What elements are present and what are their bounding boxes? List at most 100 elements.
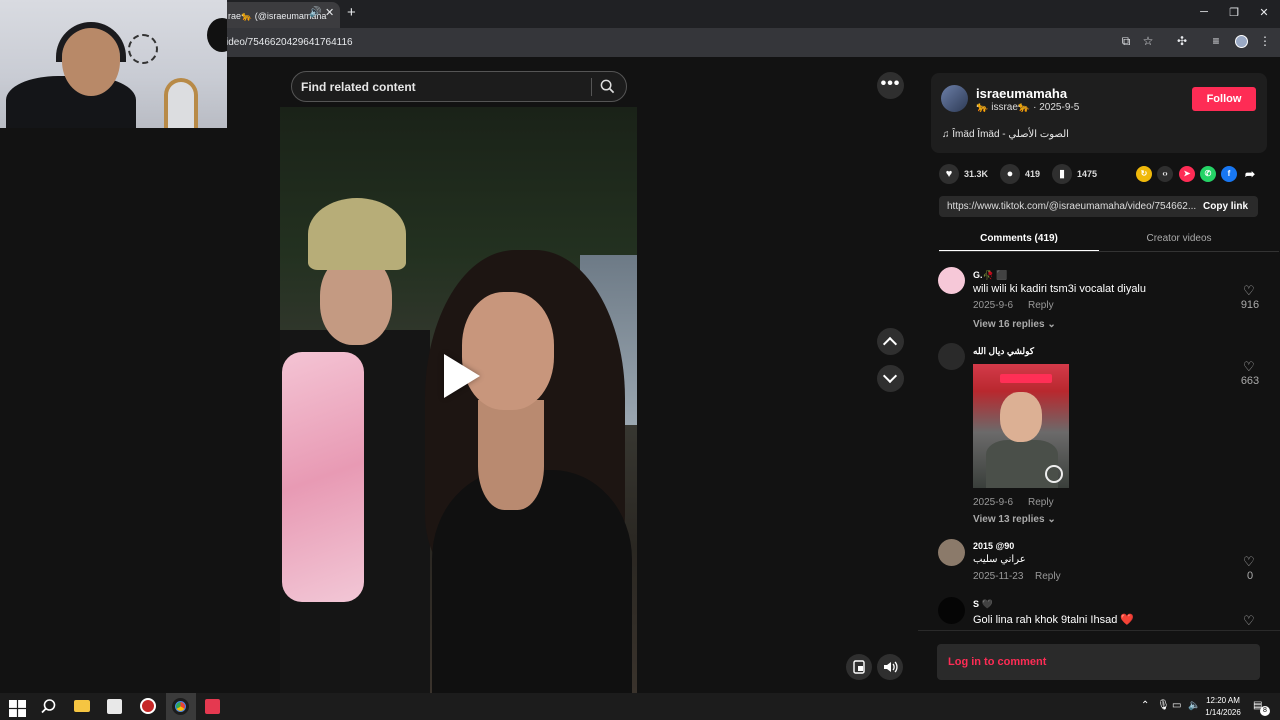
reply-button[interactable]: Reply bbox=[1028, 497, 1054, 508]
previous-video-button[interactable] bbox=[877, 328, 904, 355]
commenter-name[interactable]: كولشي ديال الله bbox=[973, 346, 1034, 357]
commenter-name[interactable]: 2015 @90 bbox=[973, 541, 1014, 551]
browser-tab[interactable]: rae🐆 (@israeumamaha bbox=[218, 2, 340, 28]
comment-image-content bbox=[1000, 374, 1052, 383]
author-avatar[interactable] bbox=[941, 85, 968, 112]
volume-icon[interactable]: 🔈 bbox=[1188, 700, 1200, 711]
reply-button[interactable]: Reply bbox=[1035, 571, 1061, 582]
commenter-avatar[interactable] bbox=[938, 343, 965, 370]
search-placeholder: Find related content bbox=[301, 80, 416, 94]
new-tab-button[interactable]: + bbox=[347, 4, 356, 21]
comment-text: wili wili ki kadiri tsm3i vocalat diyalu bbox=[973, 283, 1146, 295]
network-icon[interactable]: ▭ bbox=[1172, 700, 1181, 711]
chevron-down-icon: ⌄ bbox=[1047, 514, 1056, 525]
bookmark-icon: ▮ bbox=[1058, 168, 1066, 180]
author-subtitle: 🐆 issrae🐆 · 2025-9-5 bbox=[976, 102, 1080, 113]
whatsapp-icon[interactable]: ✆ bbox=[1200, 166, 1216, 182]
file-explorer-icon[interactable] bbox=[74, 700, 90, 712]
comment-date: 2025-11-23 bbox=[973, 571, 1024, 582]
comment-button[interactable]: ● bbox=[1000, 164, 1020, 184]
app-icon[interactable] bbox=[205, 699, 220, 714]
commenter-avatar[interactable] bbox=[938, 267, 965, 294]
more-options-button[interactable]: ••• bbox=[877, 72, 904, 99]
browser-menu-icon[interactable]: ⋮ bbox=[1257, 34, 1273, 48]
notification-count: 8 bbox=[1260, 706, 1270, 716]
restore-icon[interactable]: ❐ bbox=[1224, 6, 1244, 19]
install-app-icon[interactable]: ⧉ bbox=[1118, 34, 1134, 49]
embed-icon[interactable]: ‹› bbox=[1157, 166, 1173, 182]
commenter-name[interactable]: G.🥀 ⬛ bbox=[973, 270, 1007, 281]
close-tab-icon[interactable]: ✕ bbox=[325, 6, 334, 19]
share-arrow-icon[interactable]: ➦ bbox=[1242, 166, 1258, 182]
heart-icon[interactable]: ♡ bbox=[1243, 359, 1255, 375]
view-replies-button[interactable]: View 13 replies ⌄ bbox=[973, 514, 1056, 525]
reply-button[interactable]: Reply bbox=[1028, 300, 1054, 311]
video-bouquet bbox=[282, 352, 364, 602]
music-info[interactable]: ♫ Îmäd Îmäd - الصوت الأصلي bbox=[942, 129, 1069, 140]
clock-date[interactable]: 1/14/2026 bbox=[1203, 708, 1243, 717]
author-card bbox=[931, 73, 1267, 153]
extensions-icon[interactable]: ✣ bbox=[1174, 34, 1190, 48]
loading-icon bbox=[1045, 465, 1063, 483]
speaker-icon[interactable]: 🔊 bbox=[309, 7, 321, 18]
bookmark-star-icon[interactable]: ☆ bbox=[1140, 34, 1156, 48]
chevron-down-icon: ⌄ bbox=[1047, 319, 1056, 330]
pip-button[interactable] bbox=[846, 654, 872, 680]
repost-icon[interactable]: ↻ bbox=[1136, 166, 1152, 182]
comment-like-count: 663 bbox=[1240, 375, 1260, 387]
app-icon[interactable] bbox=[140, 698, 156, 714]
tab-creator-videos[interactable]: Creator videos bbox=[1099, 225, 1259, 252]
tabs-divider bbox=[939, 251, 1279, 252]
video-person bbox=[432, 470, 632, 693]
video-person bbox=[478, 400, 544, 510]
heart-icon[interactable]: ♡ bbox=[1243, 283, 1255, 299]
chevron-down-icon bbox=[882, 368, 898, 384]
window-close-icon[interactable]: ✕ bbox=[1254, 6, 1274, 19]
profile-avatar[interactable] bbox=[1235, 35, 1248, 48]
headset-icon bbox=[56, 22, 126, 62]
clock-time[interactable]: 12:20 AM bbox=[1203, 696, 1243, 705]
view-replies-button[interactable]: View 16 replies ⌄ bbox=[973, 319, 1056, 330]
next-video-button[interactable] bbox=[877, 365, 904, 392]
store-icon[interactable] bbox=[107, 699, 122, 714]
microphone-icon[interactable]: 🎙 bbox=[1157, 700, 1170, 711]
author-nickname: 🐆 issrae🐆 bbox=[976, 102, 1031, 113]
minimize-icon[interactable]: ─ bbox=[1194, 6, 1214, 18]
webcam-overlay bbox=[0, 0, 227, 128]
copy-link-button[interactable]: Copy link bbox=[1203, 201, 1248, 212]
save-button[interactable]: ▮ bbox=[1052, 164, 1072, 184]
video-person bbox=[308, 198, 406, 270]
search-divider bbox=[591, 78, 592, 96]
media-controls-icon[interactable]: ≡ bbox=[1208, 34, 1224, 48]
pip-icon bbox=[853, 660, 865, 674]
commenter-avatar[interactable] bbox=[938, 539, 965, 566]
search-icon[interactable] bbox=[600, 79, 615, 94]
comment-text: عراني سليب bbox=[973, 554, 1026, 565]
webcam-object bbox=[207, 18, 227, 52]
url-field[interactable]: ideo/7546620429641764116 bbox=[226, 37, 353, 48]
follow-button[interactable]: Follow bbox=[1192, 87, 1256, 111]
comment-date: 2025-9-6 bbox=[973, 497, 1014, 508]
tab-comments[interactable]: Comments (419) bbox=[939, 225, 1099, 252]
chevron-up-icon[interactable]: ⌃ bbox=[1141, 700, 1149, 711]
login-to-comment-link[interactable]: Log in to comment bbox=[948, 656, 1046, 668]
search-icon[interactable] bbox=[40, 698, 57, 715]
play-icon[interactable] bbox=[444, 354, 480, 398]
commenter-avatar[interactable] bbox=[938, 597, 965, 624]
commenter-name[interactable]: S 🖤 bbox=[973, 599, 993, 610]
like-button[interactable]: ♥ bbox=[939, 164, 959, 184]
video-link[interactable]: https://www.tiktok.com/@israeumamaha/vid… bbox=[947, 201, 1196, 212]
comment-image-content bbox=[1000, 392, 1042, 442]
heart-icon[interactable]: ♡ bbox=[1243, 554, 1255, 570]
author-username[interactable]: israeumamaha bbox=[976, 86, 1067, 101]
windows-start-icon[interactable] bbox=[9, 700, 26, 717]
view-replies-label: View 16 replies bbox=[973, 319, 1045, 330]
comment-text: Goli lina rah khok 9talni Ihsad ❤️ bbox=[973, 614, 1135, 626]
music-note-icon: ♫ bbox=[942, 129, 953, 140]
chrome-icon[interactable] bbox=[172, 698, 189, 715]
send-icon[interactable]: ➤ bbox=[1179, 166, 1195, 182]
volume-button[interactable] bbox=[877, 654, 903, 680]
webcam-mirror bbox=[164, 78, 198, 128]
facebook-icon[interactable]: f bbox=[1221, 166, 1237, 182]
heart-icon[interactable]: ♡ bbox=[1243, 613, 1255, 629]
